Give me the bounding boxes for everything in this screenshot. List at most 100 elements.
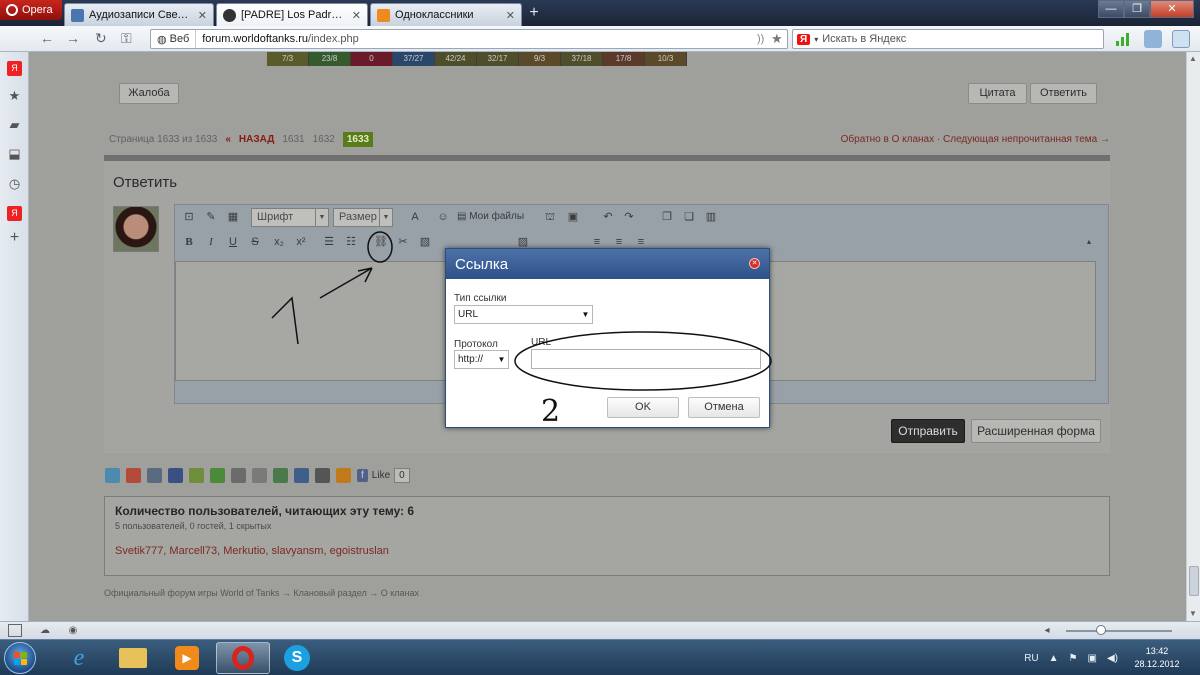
report-button[interactable]: Жалоба (119, 83, 179, 104)
tab-odnoklassniki[interactable]: Одноклассники ✕ (370, 3, 522, 26)
previous-page-link[interactable]: НАЗАД (239, 134, 274, 145)
print-icon[interactable] (252, 468, 267, 483)
language-indicator[interactable]: RU (1024, 653, 1038, 664)
download-icon[interactable] (1172, 30, 1190, 48)
font-select[interactable]: Шрифт ▼ (251, 208, 329, 227)
zoom-slider[interactable] (1066, 630, 1172, 632)
back-arrow-icon[interactable]: ← (40, 30, 54, 46)
page-scrollbar[interactable]: ▲ ▼ (1186, 52, 1200, 621)
reply-button[interactable]: Ответить (1030, 83, 1097, 104)
first-page-link[interactable]: « (225, 134, 231, 145)
url-input[interactable] (531, 349, 761, 369)
italic-icon[interactable]: I (203, 234, 219, 250)
ok-button[interactable]: OK (607, 397, 679, 418)
odnoklassniki-icon[interactable] (336, 468, 351, 483)
cloud-icon[interactable]: ☁ (38, 624, 52, 637)
flag-icon[interactable]: ⚑ (1069, 653, 1078, 664)
facebook-like-button[interactable]: f Like 0 (357, 468, 410, 483)
quote-button[interactable]: Цитата (968, 83, 1027, 104)
readers-list[interactable]: Svetik777, Marcell73, Merkutio, slavyans… (115, 545, 1099, 557)
notes-icon[interactable]: ▰ (7, 117, 22, 132)
protocol-select[interactable]: http:// ▼ (454, 350, 509, 369)
add-panel-icon[interactable]: + (7, 230, 22, 246)
taskbar-internet-explorer[interactable]: e (52, 642, 106, 674)
collapse-icon[interactable]: ▴ (1081, 234, 1097, 250)
web-badge[interactable]: ◍ Веб (151, 30, 197, 48)
close-icon[interactable]: ✕ (506, 9, 515, 22)
zoom-slider-handle[interactable] (1096, 625, 1106, 635)
chevron-down-icon[interactable]: ▾ (814, 35, 818, 44)
turbo-icon[interactable]: ◉ (66, 624, 80, 637)
scroll-down-icon[interactable]: ▼ (1189, 609, 1197, 618)
url-text[interactable]: forum.worldoftanks.ru/index.php (196, 33, 757, 45)
close-icon[interactable]: ✕ (198, 9, 207, 22)
spoiler-icon[interactable]: ⛫ (542, 209, 558, 225)
yandex-mail-icon[interactable]: Я (7, 206, 22, 221)
twitter-icon[interactable] (105, 468, 120, 483)
copy-icon[interactable]: ❐ (659, 209, 675, 225)
smiley-icon[interactable]: ☺ (435, 209, 451, 225)
quote-block-icon[interactable]: ▣ (565, 209, 581, 225)
my-files-button[interactable]: ▤ Мои файлы (457, 211, 524, 222)
key-icon[interactable]: ⚿ (121, 30, 132, 47)
download-icon[interactable] (273, 468, 288, 483)
maximize-button[interactable]: ❐ (1124, 0, 1150, 18)
bold-icon[interactable]: B (181, 234, 197, 250)
numbered-list-icon[interactable]: ☷ (343, 234, 359, 250)
show-hidden-icons-icon[interactable]: ▲ (1049, 653, 1059, 664)
close-icon[interactable]: ✕ (749, 258, 760, 269)
link-type-select[interactable]: URL ▼ (454, 305, 593, 324)
yandex-icon[interactable]: Я (797, 33, 811, 45)
panel-toggle-icon[interactable] (8, 624, 22, 637)
text-color-icon[interactable]: A (407, 209, 423, 225)
panel-icon[interactable] (1144, 30, 1162, 48)
paste-icon[interactable]: ❏ (681, 209, 697, 225)
network-icon[interactable]: ▣ (1088, 653, 1097, 664)
source-icon[interactable]: ⊡ (181, 209, 197, 225)
start-button[interactable] (4, 642, 36, 674)
subscript-icon[interactable]: x₂ (271, 234, 287, 250)
bullet-list-icon[interactable]: ☰ (321, 234, 337, 250)
clock[interactable]: 13:42 28.12.2012 (1128, 645, 1186, 671)
minimize-button[interactable]: — (1098, 0, 1124, 18)
search-field[interactable]: Я ▾ Искать в Яндекс (792, 29, 1104, 49)
tab-audio[interactable]: Аудиозаписи Светлан... ✕ (64, 3, 214, 26)
zoom-out-icon[interactable]: ◂ (1040, 624, 1054, 637)
table-icon[interactable]: ▦ (225, 209, 241, 225)
forward-arrow-icon[interactable]: → (66, 30, 80, 46)
breadcrumb[interactable]: Официальный форум игры World of Tanks → … (104, 588, 419, 598)
page-link[interactable]: 1631 (282, 134, 304, 145)
page-link[interactable]: 1632 (313, 134, 335, 145)
email-icon[interactable] (231, 468, 246, 483)
advanced-form-button[interactable]: Расширенная форма (971, 419, 1101, 443)
rss-icon[interactable]: )) (757, 33, 771, 45)
superscript-icon[interactable]: x² (293, 234, 309, 250)
send-button[interactable]: Отправить (891, 419, 965, 443)
vk-icon[interactable] (294, 468, 309, 483)
close-icon[interactable]: ✕ (352, 9, 361, 22)
dialog-header[interactable]: Ссылка ✕ (446, 249, 769, 279)
google-plus-icon[interactable] (126, 468, 141, 483)
lj-icon[interactable] (315, 468, 330, 483)
bookmark-star-icon[interactable]: ★ (771, 31, 787, 47)
address-bar[interactable]: ◍ Веб forum.worldoftanks.ru/index.php ))… (150, 29, 788, 49)
delicious-icon[interactable] (168, 468, 183, 483)
redo-icon[interactable]: ↷ (621, 209, 637, 225)
yandex-icon[interactable]: Я (7, 61, 22, 76)
stumble-icon[interactable] (189, 468, 204, 483)
size-select[interactable]: Размер ▼ (333, 208, 393, 227)
unlink-icon[interactable]: ✂ (395, 234, 411, 250)
bookmarks-star-icon[interactable]: ★ (7, 88, 22, 103)
paste-text-icon[interactable]: ▥ (703, 209, 719, 225)
cancel-button[interactable]: Отмена (688, 397, 760, 418)
downloads-icon[interactable]: ⬓ (7, 146, 22, 161)
undo-icon[interactable]: ↶ (600, 209, 616, 225)
strikethrough-icon[interactable]: S (247, 234, 263, 250)
taskbar-skype[interactable]: S (270, 642, 324, 674)
su-icon[interactable] (210, 468, 225, 483)
taskbar-opera[interactable] (216, 642, 270, 674)
taskbar-explorer[interactable] (106, 642, 160, 674)
close-window-button[interactable]: ✕ (1150, 0, 1194, 18)
history-clock-icon[interactable]: ◷ (7, 176, 22, 191)
tab-padre[interactable]: [PADRE] Los Padres - O... ✕ (216, 3, 368, 26)
